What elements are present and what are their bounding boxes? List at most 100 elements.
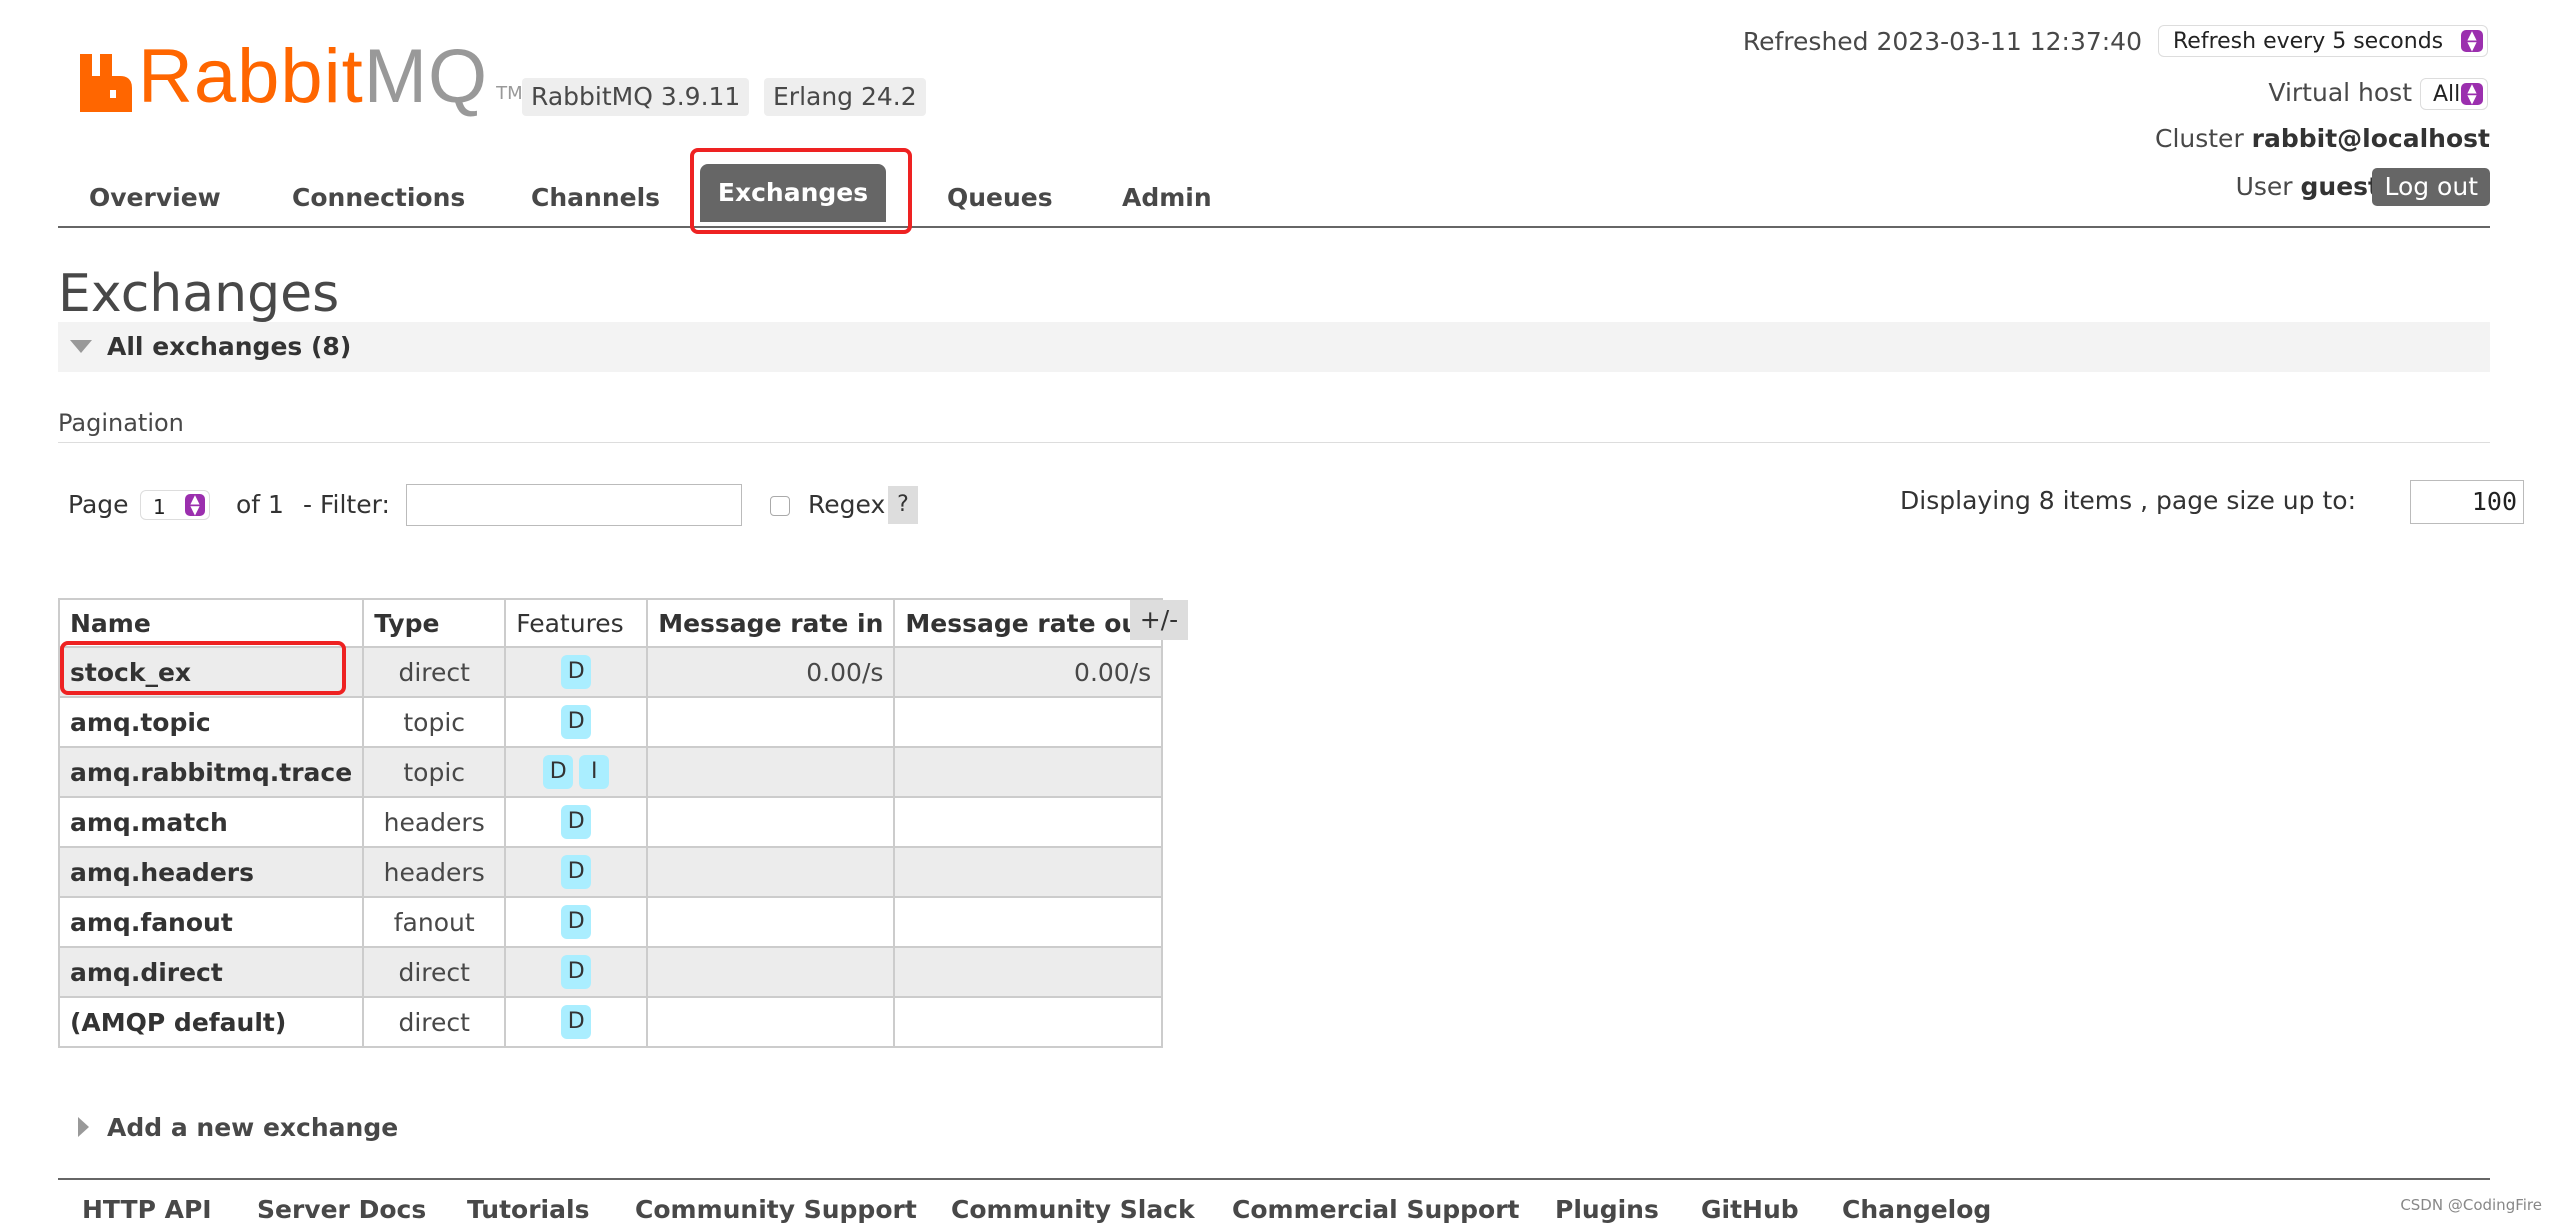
message-rate-out <box>893 696 1164 748</box>
exchange-features: D <box>504 846 649 898</box>
feature-tag: D <box>543 755 574 789</box>
exchange-features: D <box>504 796 649 848</box>
exchange-type: fanout <box>362 896 507 948</box>
tab-channels[interactable]: Channels <box>531 178 660 218</box>
select-arrows-icon: ▲ ▼ <box>185 493 205 516</box>
page-number-value: 1 <box>153 495 166 519</box>
feature-tag: D <box>561 655 592 689</box>
add-new-exchange-toggle[interactable]: Add a new exchange <box>107 1112 398 1144</box>
table-row[interactable]: amq.fanout fanout D <box>57 896 1164 948</box>
virtual-host-select[interactable]: All ▲ ▼ <box>2420 78 2488 110</box>
select-arrows-icon: ▲ ▼ <box>2461 29 2483 52</box>
message-rate-in <box>646 696 896 748</box>
exchange-features: D <box>504 896 649 948</box>
exchange-name-link[interactable]: stock_ex <box>57 646 365 698</box>
page-title: Exchanges <box>58 264 340 324</box>
refresh-interval-select[interactable]: Refresh every 5 seconds ▲ ▼ <box>2158 25 2488 57</box>
tab-connections[interactable]: Connections <box>292 178 465 218</box>
exchange-name-link[interactable]: amq.direct <box>57 946 365 998</box>
exchange-features: D <box>504 946 649 998</box>
page-count-label: of 1 <box>236 490 284 519</box>
footer-link-community-support[interactable]: Community Support <box>635 1194 917 1226</box>
footer-link-github[interactable]: GitHub <box>1701 1194 1799 1226</box>
table-row[interactable]: amq.direct direct D <box>57 946 1164 998</box>
logo-wordmark: RabbitMQ <box>138 39 488 115</box>
refreshed-timestamp: Refreshed 2023-03-11 12:37:40 <box>1742 27 2142 56</box>
exchange-features: D <box>504 996 649 1048</box>
column-header-rate-in[interactable]: Message rate in <box>646 598 896 648</box>
tab-admin[interactable]: Admin <box>1122 178 1212 218</box>
divider <box>58 442 2490 443</box>
page-size-input[interactable]: 100 <box>2410 480 2524 524</box>
watermark-text: CSDN @CodingFire <box>2400 1196 2542 1214</box>
table-header-row: Name Type Features Message rate in Messa… <box>57 598 1164 648</box>
table-row[interactable]: amq.headers headers D <box>57 846 1164 898</box>
table-row[interactable]: amq.rabbitmq.trace topic D I <box>57 746 1164 798</box>
regex-help-button[interactable]: ? <box>888 486 918 524</box>
exchange-name-link[interactable]: (AMQP default) <box>57 996 365 1048</box>
feature-tag: D <box>561 805 592 839</box>
exchange-type: headers <box>362 796 507 848</box>
footer-link-changelog[interactable]: Changelog <box>1842 1194 1991 1226</box>
tab-queues[interactable]: Queues <box>947 178 1053 218</box>
exchange-name-link[interactable]: amq.headers <box>57 846 365 898</box>
page-number-select[interactable]: 1 ▲ ▼ <box>140 490 210 520</box>
virtual-host-label: Virtual host <box>2268 78 2412 107</box>
collapse-triangle-icon[interactable] <box>70 340 92 353</box>
tab-overview[interactable]: Overview <box>89 178 221 218</box>
displaying-items-label: Displaying 8 items , page size up to: <box>1900 486 2356 515</box>
exchange-name-link[interactable]: amq.topic <box>57 696 365 748</box>
section-header-bar[interactable] <box>58 322 2490 372</box>
table-row[interactable]: amq.topic topic D <box>57 696 1164 748</box>
logo-trademark: TM <box>496 83 523 104</box>
footer-link-plugins[interactable]: Plugins <box>1555 1194 1659 1226</box>
message-rate-in <box>646 846 896 898</box>
column-header-rate-out[interactable]: Message rate out <box>893 598 1164 648</box>
exchange-type: topic <box>362 746 507 798</box>
refresh-interval-value: Refresh every 5 seconds <box>2173 29 2444 54</box>
feature-tag: D <box>561 955 592 989</box>
column-header-name[interactable]: Name <box>57 598 365 648</box>
message-rate-in <box>646 896 896 948</box>
message-rate-out <box>893 996 1164 1048</box>
footer-link-commercial-support[interactable]: Commercial Support <box>1232 1194 1520 1226</box>
exchange-name-link[interactable]: amq.match <box>57 796 365 848</box>
cluster-info: Cluster rabbit@localhost <box>2155 124 2490 154</box>
footer-link-community-slack[interactable]: Community Slack <box>951 1194 1195 1226</box>
erlang-version-badge: Erlang 24.2 <box>764 78 926 116</box>
section-title-all-exchanges[interactable]: All exchanges (8) <box>107 331 351 363</box>
column-header-type[interactable]: Type <box>362 598 507 648</box>
cluster-name: rabbit@localhost <box>2251 124 2490 153</box>
expand-triangle-icon[interactable] <box>78 1117 89 1137</box>
feature-tag: D <box>561 1005 592 1039</box>
exchange-name-link[interactable]: amq.rabbitmq.trace <box>57 746 365 798</box>
exchange-name-link[interactable]: amq.fanout <box>57 896 365 948</box>
exchange-type: direct <box>362 646 507 698</box>
column-header-features: Features <box>504 598 649 648</box>
message-rate-out <box>893 796 1164 848</box>
filter-input[interactable] <box>406 484 742 526</box>
exchange-features: DI <box>504 746 649 798</box>
table-row[interactable]: (AMQP default) direct D <box>57 996 1164 1048</box>
rabbitmq-logo[interactable]: RabbitMQ TM <box>80 39 523 115</box>
message-rate-out: 0.00/s <box>893 646 1164 698</box>
footer-link-tutorials[interactable]: Tutorials <box>467 1194 589 1226</box>
message-rate-out <box>893 946 1164 998</box>
regex-label: Regex <box>808 490 886 519</box>
logo-wordmark-primary: Rabbit <box>138 34 364 119</box>
page-label: Page <box>68 490 129 519</box>
footer-link-server-docs[interactable]: Server Docs <box>257 1194 426 1226</box>
table-row[interactable]: amq.match headers D <box>57 796 1164 848</box>
exchange-type: topic <box>362 696 507 748</box>
pagination-heading: Pagination <box>58 409 184 437</box>
tab-exchanges[interactable]: Exchanges <box>700 164 886 222</box>
feature-tag: I <box>579 755 610 789</box>
table-row[interactable]: stock_ex direct D 0.00/s 0.00/s <box>57 646 1164 698</box>
feature-tag: D <box>561 855 592 889</box>
message-rate-in: 0.00/s <box>646 646 896 698</box>
footer-link-http-api[interactable]: HTTP API <box>82 1194 212 1226</box>
message-rate-out <box>893 846 1164 898</box>
toggle-columns-button[interactable]: +/- <box>1130 600 1188 640</box>
exchange-type: direct <box>362 946 507 998</box>
regex-checkbox[interactable] <box>770 496 790 516</box>
